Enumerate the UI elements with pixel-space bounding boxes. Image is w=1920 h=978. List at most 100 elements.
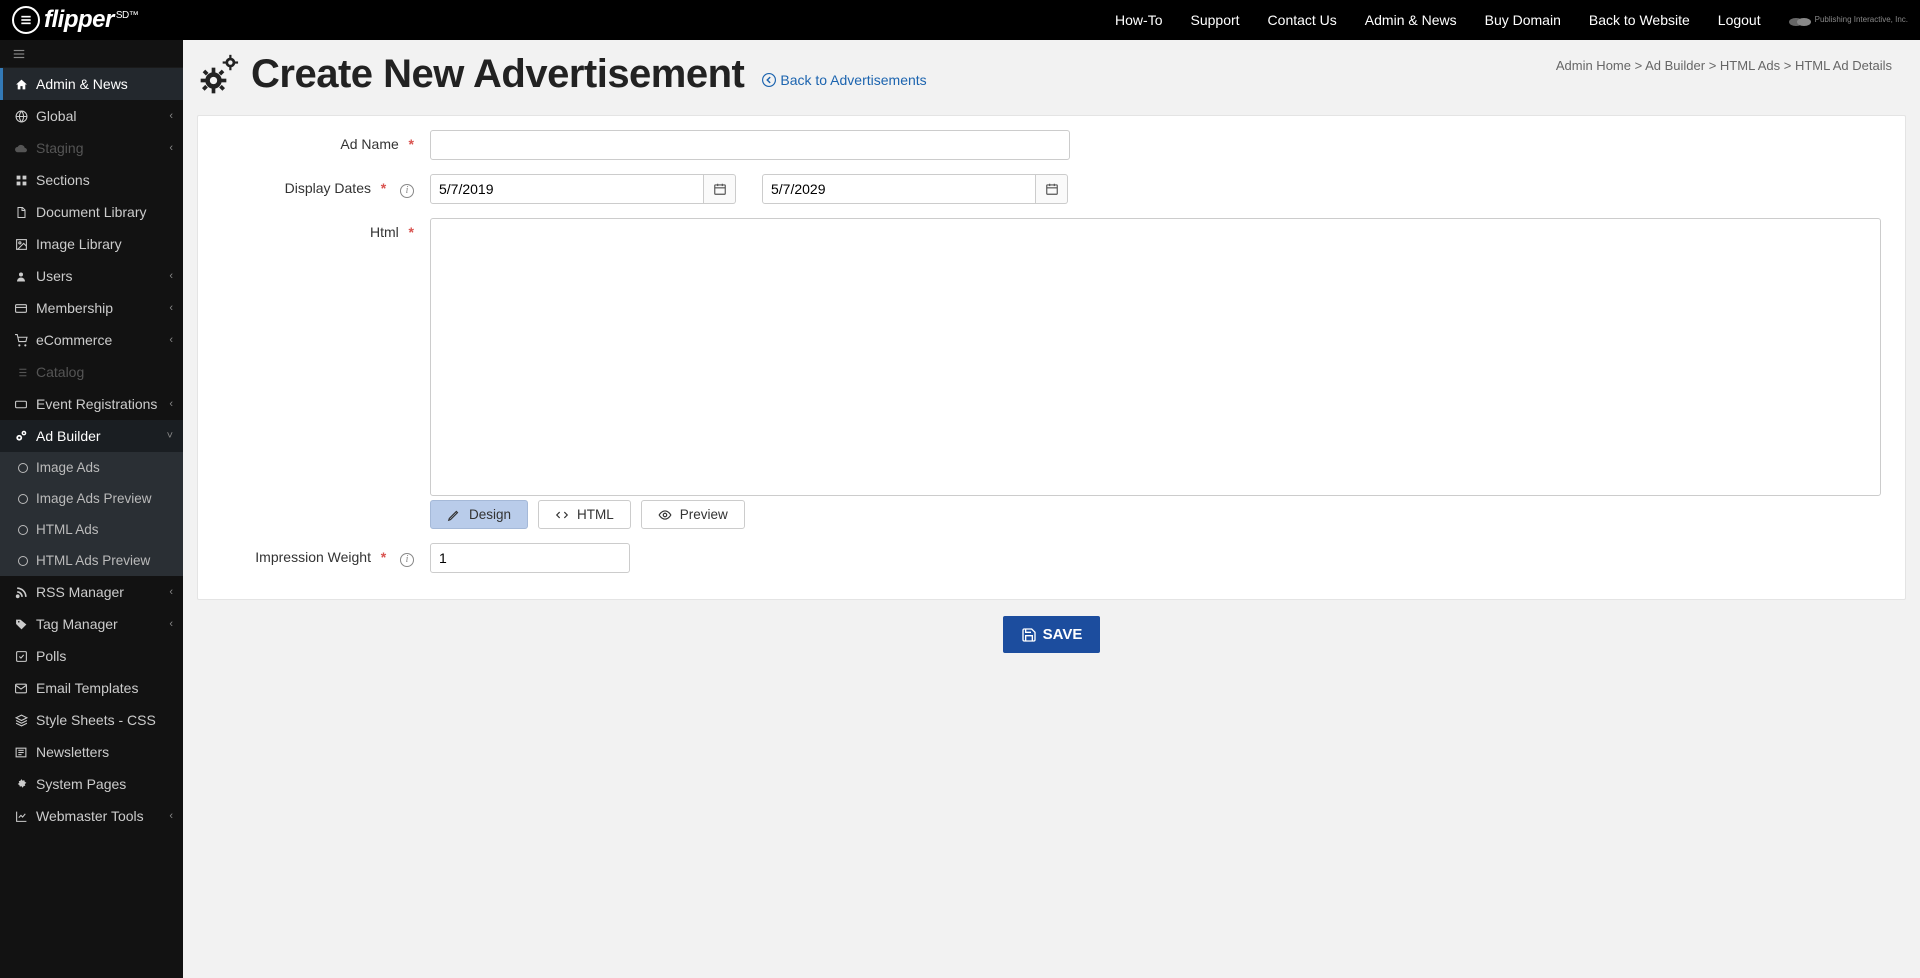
sidebar-item-label: Polls <box>36 648 66 664</box>
circle-icon <box>18 463 28 473</box>
sidebar-item-admin-news[interactable]: Admin & News <box>0 68 183 100</box>
info-icon[interactable]: i <box>400 553 414 567</box>
sidebar-item-label: Tag Manager <box>36 616 118 632</box>
chevron-left-icon: ‹ <box>169 270 173 282</box>
stack-icon <box>12 714 30 727</box>
chevron-left-icon: ‹ <box>169 110 173 122</box>
eye-icon <box>658 508 672 522</box>
editor-tab-preview[interactable]: Preview <box>641 500 745 529</box>
sidebar-subitem-html-ads-preview[interactable]: HTML Ads Preview <box>0 545 183 576</box>
topnav-support[interactable]: Support <box>1191 12 1240 28</box>
chevron-left-icon: ‹ <box>169 142 173 154</box>
editor-tab-design[interactable]: Design <box>430 500 528 529</box>
editor-tab-html[interactable]: HTML <box>538 500 631 529</box>
form-panel: Ad Name * Display Dates * i <box>197 115 1906 600</box>
sidebar-item-image-library[interactable]: Image Library <box>0 228 183 260</box>
chevron-left-icon: ‹ <box>169 334 173 346</box>
circle-icon <box>18 525 28 535</box>
calendar-icon <box>1045 182 1059 196</box>
sidebar-item-event-registrations[interactable]: Event Registrations ‹ <box>0 388 183 420</box>
sidebar-item-sections[interactable]: Sections <box>0 164 183 196</box>
save-icon <box>1021 627 1037 643</box>
html-editor-area[interactable] <box>430 218 1881 496</box>
topnav-buy-domain[interactable]: Buy Domain <box>1485 12 1561 28</box>
sidebar-subitem-image-ads-preview[interactable]: Image Ads Preview <box>0 483 183 514</box>
gears-icon <box>12 429 30 443</box>
label-display-dates: Display Dates * i <box>222 174 430 198</box>
tag-icon <box>12 618 30 631</box>
sidebar-item-users[interactable]: Users‹ <box>0 260 183 292</box>
breadcrumb-item: HTML Ad Details <box>1795 58 1892 73</box>
sidebar-item-label: Email Templates <box>36 680 138 696</box>
sidebar-item-newsletters[interactable]: Newsletters <box>0 736 183 768</box>
breadcrumb-item[interactable]: Admin Home <box>1556 58 1631 73</box>
cloud-icon <box>12 142 30 155</box>
pencil-icon <box>447 508 461 522</box>
gear-icon <box>12 778 30 791</box>
sidebar-item-webmaster-tools[interactable]: Webmaster Tools‹ <box>0 800 183 832</box>
chevron-left-icon: ‹ <box>169 398 173 410</box>
sidebar-item-membership[interactable]: Membership‹ <box>0 292 183 324</box>
sidebar-item-label: Global <box>36 108 76 124</box>
sidebar-subitem-html-ads[interactable]: HTML Ads <box>0 514 183 545</box>
main-content: Create New Advertisement Back to Adverti… <box>183 40 1920 978</box>
start-date-picker-button[interactable] <box>704 174 736 204</box>
globe-icon <box>12 110 30 123</box>
topnav-contact[interactable]: Contact Us <box>1268 12 1337 28</box>
ticket-icon <box>12 398 30 411</box>
ad-name-input[interactable] <box>430 130 1070 160</box>
sidebar-item-email-templates[interactable]: Email Templates <box>0 672 183 704</box>
list-icon <box>12 366 30 379</box>
calendar-icon <box>713 182 727 196</box>
sidebar-toggle[interactable] <box>0 40 183 68</box>
logo-icon <box>12 6 40 34</box>
sidebar-item-tag-manager[interactable]: Tag Manager ‹ <box>0 608 183 640</box>
topnav-back-to-website[interactable]: Back to Website <box>1589 12 1690 28</box>
sidebar-item-label: System Pages <box>36 776 126 792</box>
end-date-input[interactable] <box>762 174 1036 204</box>
sidebar-item-global[interactable]: Global ‹ <box>0 100 183 132</box>
sidebar-item-system-pages[interactable]: System Pages <box>0 768 183 800</box>
back-arrow-icon <box>762 73 776 87</box>
sidebar-item-style-sheets-css[interactable]: Style Sheets - CSS <box>0 704 183 736</box>
breadcrumb-item[interactable]: Ad Builder <box>1645 58 1705 73</box>
check-icon <box>12 650 30 663</box>
chevron-left-icon: ‹ <box>169 810 173 822</box>
back-link[interactable]: Back to Advertisements <box>762 72 926 88</box>
label-html: Html * <box>222 218 430 240</box>
sidebar-item-label: Catalog <box>36 364 84 380</box>
sidebar-item-label: eCommerce <box>36 332 112 348</box>
brand-logo[interactable]: flipperSD™ <box>12 6 138 34</box>
sidebar-item-ecommerce[interactable]: eCommerce ‹ <box>0 324 183 356</box>
topnav-admin-news[interactable]: Admin & News <box>1365 12 1457 28</box>
end-date-picker-button[interactable] <box>1036 174 1068 204</box>
sidebar-item-rss-manager[interactable]: RSS Manager‹ <box>0 576 183 608</box>
publisher-logo: Publishing Interactive, Inc. <box>1789 13 1908 27</box>
sidebar-item-ad-builder[interactable]: Ad Builder˅ <box>0 420 183 452</box>
chevron-left-icon: ‹ <box>169 618 173 630</box>
topnav-howto[interactable]: How-To <box>1115 12 1162 28</box>
impression-weight-input[interactable] <box>430 543 630 573</box>
brand-name: flipperSD™ <box>44 6 138 34</box>
chevron-down-icon: ˅ <box>167 430 173 442</box>
breadcrumb-item[interactable]: HTML Ads <box>1720 58 1780 73</box>
sidebar-subitem-image-ads[interactable]: Image Ads <box>0 452 183 483</box>
sidebar-item-polls[interactable]: Polls <box>0 640 183 672</box>
sidebar-item-label: Style Sheets - CSS <box>36 712 156 728</box>
sidebar-subitem-label: HTML Ads Preview <box>36 553 150 568</box>
start-date-input[interactable] <box>430 174 704 204</box>
page-title: Create New Advertisement <box>197 52 744 97</box>
info-icon[interactable]: i <box>400 184 414 198</box>
sections-icon <box>12 174 30 187</box>
sidebar-item-document-library[interactable]: Document Library <box>0 196 183 228</box>
sidebar-item-label: Event Registrations <box>36 396 157 412</box>
mail-icon <box>12 682 30 695</box>
sidebar-item-staging: Staging‹ <box>0 132 183 164</box>
topnav-logout[interactable]: Logout <box>1718 12 1761 28</box>
code-icon <box>555 508 569 522</box>
sidebar-subitem-label: Image Ads <box>36 460 100 475</box>
save-button[interactable]: SAVE <box>1003 616 1101 653</box>
breadcrumbs: Admin Home > Ad Builder > HTML Ads > HTM… <box>1556 52 1892 73</box>
label-ad-name: Ad Name * <box>222 130 430 152</box>
sidebar-subitem-label: Image Ads Preview <box>36 491 152 506</box>
